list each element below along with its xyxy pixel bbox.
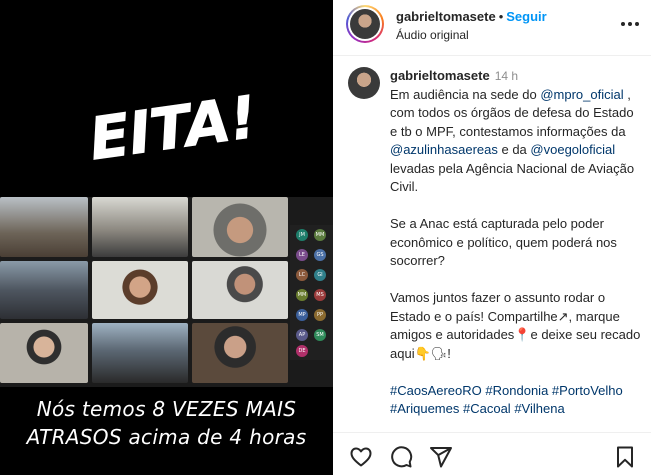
video-tile	[192, 197, 288, 257]
participant-avatar: MP	[296, 309, 308, 321]
participant-avatar: GS	[314, 249, 326, 261]
caption-text: Em audiência na sede do	[390, 86, 541, 102]
participant-avatar: MM	[296, 289, 308, 301]
participant-avatar: AP	[296, 329, 308, 341]
svg-text:EITA!: EITA!	[85, 83, 260, 174]
participant-avatar: DE	[296, 345, 308, 357]
participant-avatar: SM	[314, 329, 326, 341]
caption-text: levadas pela Agência Nacional de Aviação…	[390, 160, 635, 195]
eita-headline: EITA!	[85, 82, 261, 174]
video-tile	[92, 323, 188, 383]
hashtag-link[interactable]: #PortoVelho	[552, 383, 623, 398]
video-tile	[192, 323, 288, 383]
action-bar	[333, 432, 651, 475]
participant-avatar: MS	[314, 289, 326, 301]
video-tile	[92, 261, 188, 319]
video-tile	[0, 261, 88, 319]
participant-avatar: MM	[314, 229, 326, 241]
hashtag-link[interactable]: #Vilhena	[514, 401, 564, 416]
video-tile	[0, 197, 88, 257]
follow-button[interactable]: Seguir	[506, 9, 546, 24]
mention-link[interactable]: @voegoloficial	[530, 142, 615, 157]
video-tile	[0, 323, 88, 383]
participant-avatar: LE	[296, 249, 308, 261]
video-tile	[192, 261, 288, 319]
comment-timestamp[interactable]: 14 h	[495, 69, 518, 83]
caption-paragraph: Vamos juntos fazer o assunto rodar o Est…	[390, 290, 641, 361]
send-icon[interactable]	[429, 445, 453, 469]
comment-icon[interactable]	[389, 445, 413, 469]
video-tile	[92, 197, 188, 257]
heart-icon[interactable]	[349, 445, 373, 469]
author-username[interactable]: gabrieltomasete	[396, 9, 496, 24]
participant-avatar: GI	[314, 269, 326, 281]
hashtag-link[interactable]: #CaosAereoRO	[390, 383, 482, 398]
post-sidebar: gabrieltomasete • Seguir Áudio original ga…	[333, 0, 651, 475]
participant-avatar: JM	[296, 229, 308, 241]
original-audio-link[interactable]: Áudio original	[396, 28, 469, 42]
caption-line-1: Nós temos 8 VEZES MAIS	[36, 397, 297, 421]
comment-username[interactable]: gabrieltomasete	[390, 68, 490, 83]
post-header: gabrieltomasete • Seguir Áudio original	[333, 0, 651, 56]
post-media[interactable]: EITA! JM MM LE GS LC GI MM MS MP PP AP S…	[0, 0, 333, 475]
caption-paragraph: Se a Anac está capturada pelo poder econ…	[390, 216, 617, 268]
author-avatar[interactable]	[346, 5, 384, 43]
video-call-grid	[0, 197, 333, 387]
bookmark-icon[interactable]	[613, 445, 637, 469]
caption-text: e da	[497, 142, 531, 157]
hashtag-link[interactable]: #Cacoal	[463, 401, 511, 416]
caption-line-2: ATRASOS acima de 4 horas	[26, 425, 307, 449]
caption-comment: gabrieltomasete 14 h Em audiência na sede…	[333, 57, 651, 432]
hashtag-link[interactable]: #Ariquemes	[390, 401, 459, 416]
mention-link[interactable]: @mpro_oficial	[540, 87, 623, 102]
participant-avatar: PP	[314, 309, 326, 321]
video-caption: Nós temos 8 VEZES MAIS ATRASOS acima de …	[0, 395, 333, 451]
more-options-icon[interactable]	[621, 15, 639, 33]
separator-dot: •	[498, 9, 504, 24]
hashtag-list: #CaosAereoRO #Rondonia #PortoVelho #Ariq…	[390, 382, 642, 419]
mention-link[interactable]: @azulinhasaereas	[390, 142, 498, 157]
participant-avatar: LC	[296, 269, 308, 281]
participants-panel: JM MM LE GS LC GI MM MS MP PP AP SM DE	[290, 225, 333, 360]
hashtag-link[interactable]: #Rondonia	[485, 383, 548, 398]
comment-avatar[interactable]	[348, 67, 380, 99]
